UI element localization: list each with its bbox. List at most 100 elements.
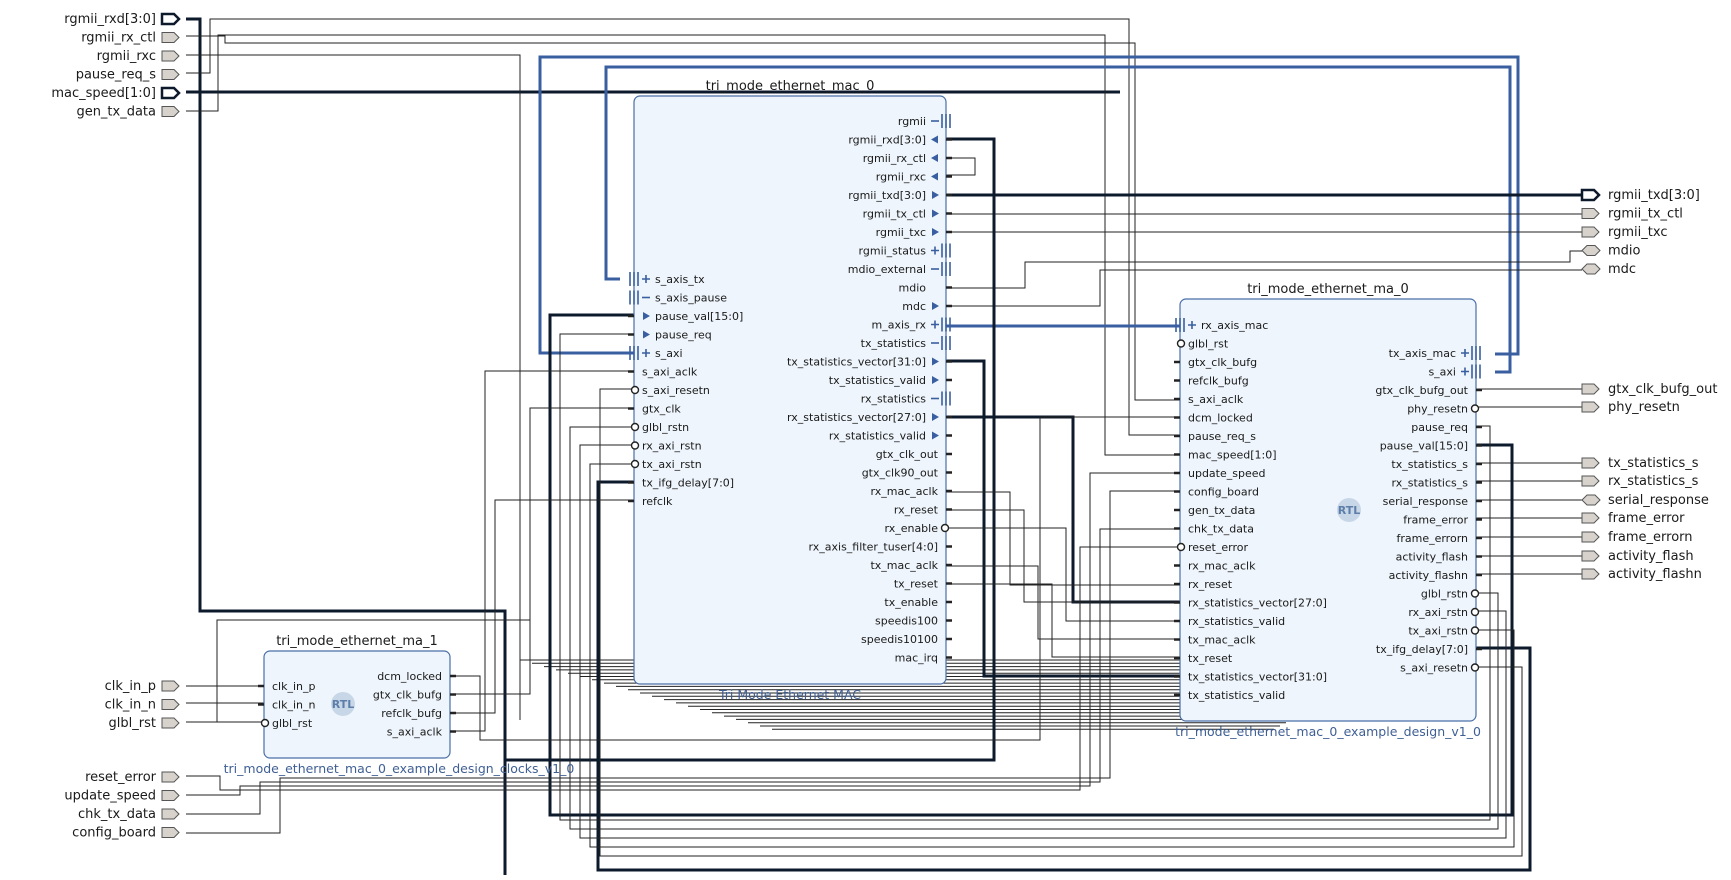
pin-label: gtx_clk_out bbox=[876, 448, 939, 461]
pin-mac-speed[interactable]: mac_speed[1:0] bbox=[1174, 449, 1277, 462]
pin-update-speed[interactable]: update_speed bbox=[1174, 467, 1266, 480]
pin-label: rx_statistics_valid bbox=[829, 430, 926, 443]
pin-tx-ifg-delay[interactable]: tx_ifg_delay[7:0] bbox=[628, 477, 734, 490]
pin-label: rx_statistics_s bbox=[1391, 477, 1468, 490]
pin-s-axi-resetn[interactable]: s_axi_resetn bbox=[630, 384, 710, 397]
port-rgmii-rxd[interactable]: rgmii_rxd[3:0] bbox=[64, 12, 181, 27]
pin-label: frame_errorn bbox=[1396, 532, 1468, 545]
pin-label: activity_flashn bbox=[1389, 569, 1468, 582]
port-config-board[interactable]: config_board bbox=[72, 826, 180, 841]
port-label: gen_tx_data bbox=[76, 105, 156, 120]
port-label: update_speed bbox=[64, 789, 156, 804]
pin-label: rx_mac_aclk bbox=[871, 485, 939, 498]
port-connector-shape bbox=[161, 699, 180, 710]
inverted-pin-bubble bbox=[1470, 404, 1480, 413]
port-connector-shape bbox=[1581, 208, 1600, 219]
pin-activity-flashn[interactable]: activity_flashn bbox=[1389, 569, 1482, 582]
pin-phy-resetn[interactable]: phy_resetn bbox=[1407, 403, 1480, 416]
port-clk-in-p[interactable]: clk_in_p bbox=[105, 679, 180, 694]
pin-s-axi[interactable]: s_axi bbox=[1428, 364, 1481, 379]
pin-label: rgmii_tx_ctl bbox=[863, 208, 926, 221]
pin-label: s_axis_tx bbox=[655, 273, 705, 286]
inverted-pin-bubble bbox=[630, 459, 640, 469]
port-label: serial_response bbox=[1608, 493, 1709, 508]
pin-tx-statistics-vector[interactable]: tx_statistics_vector[31:0] bbox=[1174, 671, 1327, 684]
block-subtitle: Tri Mode Ethernet MAC bbox=[718, 687, 861, 702]
pin-s-axi[interactable]: s_axi bbox=[629, 346, 683, 360]
pin-rx-axi-rstn[interactable]: rx_axi_rstn bbox=[1408, 606, 1480, 619]
port-reset-error[interactable]: reset_error bbox=[85, 770, 180, 785]
port-gtx-clk-bufg-out[interactable]: gtx_clk_bufg_out bbox=[1581, 382, 1717, 397]
port-tx-statistics-s[interactable]: tx_statistics_s bbox=[1581, 456, 1699, 471]
port-label: phy_resetn bbox=[1608, 400, 1680, 415]
pin-gtx-clk-bufg-out[interactable]: gtx_clk_bufg_out bbox=[1375, 384, 1482, 397]
port-rgmii-tx-ctl[interactable]: rgmii_tx_ctl bbox=[1581, 207, 1683, 222]
block-tri-mode-ethernet-ma-0[interactable]: tri_mode_ethernet_ma_0 tri_mode_ethernet_… bbox=[1174, 282, 1482, 739]
port-connector-shape bbox=[1581, 457, 1600, 469]
port-label: tx_statistics_s bbox=[1608, 456, 1699, 471]
port-mac-speed[interactable]: mac_speed[1:0] bbox=[51, 86, 181, 101]
port-connector-shape bbox=[161, 771, 180, 783]
port-rgmii-txc[interactable]: rgmii_txc bbox=[1581, 225, 1667, 240]
port-pause-req-s[interactable]: pause_req_s bbox=[76, 68, 180, 83]
pin-label: pause_val[15:0] bbox=[1380, 440, 1468, 453]
port-phy-resetn[interactable]: phy_resetn bbox=[1581, 400, 1680, 415]
pin-label: tx_statistics_vector[31:0] bbox=[787, 356, 926, 369]
port-label: gtx_clk_bufg_out bbox=[1608, 382, 1717, 397]
pin-label: refclk_bufg bbox=[1188, 375, 1249, 388]
port-clk-in-n[interactable]: clk_in_n bbox=[105, 698, 180, 713]
pin-label: gtx_clk90_out bbox=[862, 467, 939, 480]
port-activity-flashn[interactable]: activity_flashn bbox=[1581, 567, 1702, 582]
port-label: rgmii_rx_ctl bbox=[81, 31, 156, 46]
pin-rgmii[interactable]: rgmii bbox=[898, 114, 951, 128]
pin-tx-axi-rstn[interactable]: tx_axi_rstn bbox=[630, 458, 702, 471]
rtl-badge: RTL bbox=[331, 692, 355, 716]
port-serial-response[interactable]: serial_response bbox=[1581, 493, 1709, 508]
port-activity-flash[interactable]: activity_flash bbox=[1581, 549, 1694, 564]
block-title: tri_mode_ethernet_mac_0 bbox=[706, 79, 875, 94]
rtl-badge: RTL bbox=[1337, 498, 1361, 522]
pin-tx-ifg-delay[interactable]: tx_ifg_delay[7:0] bbox=[1376, 643, 1482, 656]
pin-label: clk_in_n bbox=[272, 699, 316, 712]
pin-label: gtx_clk bbox=[642, 403, 681, 416]
port-glbl-rst[interactable]: glbl_rst bbox=[109, 716, 180, 731]
port-rgmii-txd[interactable]: rgmii_txd[3:0] bbox=[1580, 188, 1700, 203]
pin-tx-axi-rstn[interactable]: tx_axi_rstn bbox=[1408, 625, 1480, 638]
pin-rx-axi-rstn[interactable]: rx_axi_rstn bbox=[630, 440, 702, 453]
pin-pause-val[interactable]: pause_val[15:0] bbox=[1380, 440, 1482, 453]
pin-tx-statistics-valid[interactable]: tx_statistics_valid bbox=[1174, 689, 1285, 702]
port-connector-shape bbox=[161, 790, 180, 801]
port-label: mdio bbox=[1608, 244, 1641, 259]
pin-label: rgmii_rx_ctl bbox=[863, 152, 926, 165]
pin-rx-statistics-valid[interactable]: rx_statistics_valid bbox=[1174, 615, 1285, 628]
pin-rx-axis-filter-tuser[interactable]: rx_axis_filter_tuser[4:0] bbox=[809, 541, 952, 554]
port-frame-errorn[interactable]: frame_errorn bbox=[1581, 530, 1693, 545]
port-label: mdc bbox=[1608, 262, 1636, 277]
port-connector-shape bbox=[160, 86, 181, 100]
pin-label: speedis10100 bbox=[861, 633, 938, 646]
port-rx-statistics-s[interactable]: rx_statistics_s bbox=[1581, 474, 1699, 489]
port-mdio[interactable]: mdio bbox=[1581, 244, 1641, 259]
pin-rx-statistics-vector[interactable]: rx_statistics_vector[27:0] bbox=[1174, 597, 1327, 610]
port-rgmii-rx-ctl[interactable]: rgmii_rx_ctl bbox=[81, 31, 180, 46]
port-connector-shape bbox=[1581, 226, 1600, 238]
pin-label: update_speed bbox=[1188, 467, 1266, 480]
pin-label: s_axi_aclk bbox=[642, 366, 698, 379]
port-label: chk_tx_data bbox=[78, 807, 156, 822]
pin-label: tx_axi_rstn bbox=[642, 458, 702, 471]
port-chk-tx-data[interactable]: chk_tx_data bbox=[78, 807, 180, 822]
port-rgmii-rxc[interactable]: rgmii_rxc bbox=[97, 49, 180, 64]
inverted-pin-bubble bbox=[1176, 339, 1186, 348]
pin-serial-response[interactable]: serial_response bbox=[1383, 495, 1482, 508]
pin-label: dcm_locked bbox=[1188, 412, 1253, 425]
mac-to-example-wire bbox=[946, 527, 1180, 622]
block-tri-mode-ethernet-ma-1[interactable]: tri_mode_ethernet_ma_1 tri_mode_ethernet_… bbox=[224, 634, 575, 776]
pin-label: m_axis_rx bbox=[872, 319, 927, 332]
port-update-speed[interactable]: update_speed bbox=[64, 789, 180, 804]
pin-reset-error[interactable]: reset_error bbox=[1176, 541, 1249, 554]
port-frame-error[interactable]: frame_error bbox=[1581, 511, 1685, 526]
port-mdc[interactable]: mdc bbox=[1581, 262, 1636, 277]
pin-s-axi-resetn[interactable]: s_axi_resetn bbox=[1400, 662, 1480, 675]
block-tri-mode-ethernet-mac-0[interactable]: tri_mode_ethernet_mac_0 Tri Mode Ethernet… bbox=[628, 79, 952, 702]
port-gen-tx-data[interactable]: gen_tx_data bbox=[76, 105, 180, 120]
